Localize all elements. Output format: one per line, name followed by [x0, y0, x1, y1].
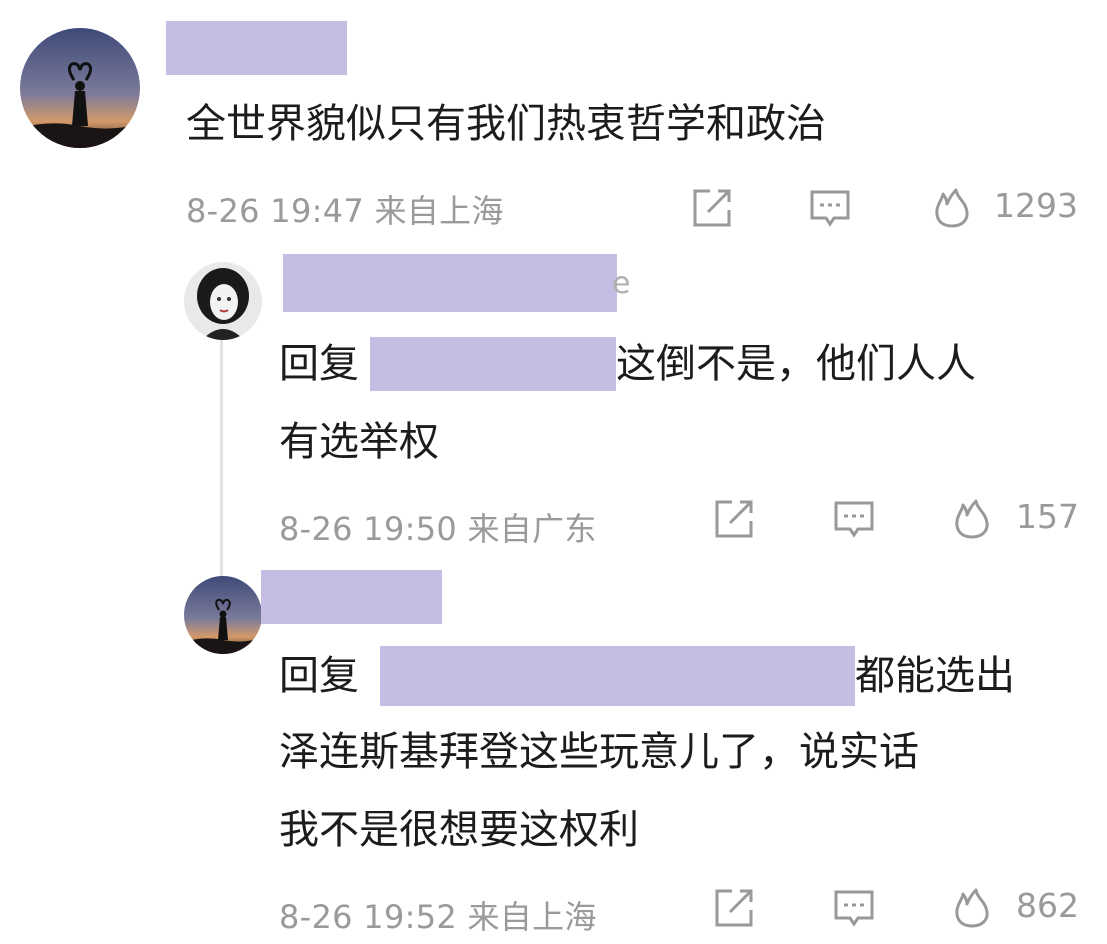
comment-meta: 8-26 19:52 来自上海 [279, 898, 597, 936]
comment-text-line1: 都能选出 [855, 653, 1015, 699]
avatar[interactable] [20, 28, 140, 148]
avatar[interactable] [184, 262, 262, 340]
redacted-username [283, 254, 617, 312]
avatar-sunset-image [20, 28, 140, 148]
comment-text-line2: 泽连斯基拜登这些玩意儿了，说实话 [279, 729, 919, 775]
comment-text-line1: 这倒不是，他们人人 [616, 341, 976, 387]
like-count: 862 [1016, 886, 1079, 925]
redacted-reply-target [370, 337, 616, 391]
flame-icon[interactable] [950, 886, 994, 930]
like-count: 1293 [994, 186, 1078, 225]
comment-icon[interactable] [832, 497, 876, 541]
redacted-username [166, 21, 347, 75]
redacted-username [261, 570, 442, 624]
like-count: 157 [1016, 497, 1079, 536]
username-tail-fragment: e [612, 266, 631, 301]
comment-text-line2: 有选举权 [279, 419, 439, 465]
comment-icon[interactable] [808, 186, 852, 230]
comment-icon[interactable] [832, 886, 876, 930]
flame-icon[interactable] [950, 497, 994, 541]
comment-meta: 8-26 19:47 来自上海 [186, 192, 504, 230]
avatar[interactable] [184, 576, 262, 654]
avatar-sunset-image [184, 576, 262, 654]
reply-prefix: 回复 [279, 341, 359, 387]
redacted-reply-target [380, 646, 855, 706]
comment-text: 全世界貌似只有我们热衷哲学和政治 [186, 101, 826, 147]
share-icon[interactable] [690, 186, 734, 230]
comment-meta: 8-26 19:50 来自广东 [279, 510, 597, 548]
avatar-portrait-image [184, 262, 262, 340]
thread-connector-line [220, 338, 223, 582]
flame-icon[interactable] [930, 186, 974, 230]
comment-text-line3: 我不是很想要这权利 [279, 807, 639, 853]
share-icon[interactable] [712, 886, 756, 930]
reply-prefix: 回复 [279, 653, 359, 699]
share-icon[interactable] [712, 497, 756, 541]
